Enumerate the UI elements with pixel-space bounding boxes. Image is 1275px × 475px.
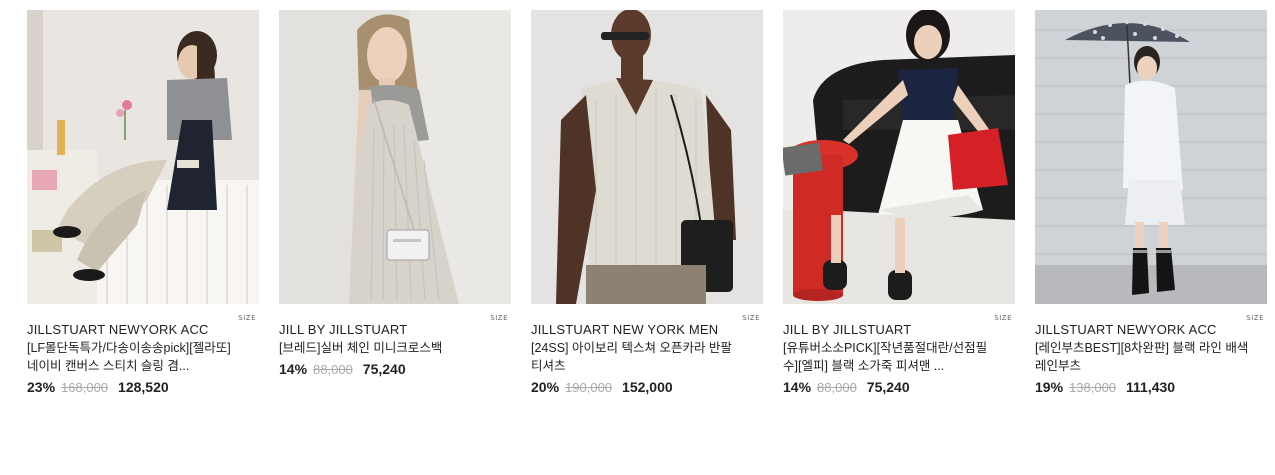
sale-price: 111,430 <box>1126 379 1176 395</box>
product-card[interactable]: SIZE JILL BY JILLSTUART [브레드]실버 체인 미니크로스… <box>279 10 511 377</box>
original-price: 190,000 <box>565 380 613 395</box>
brand-name[interactable]: JILLSTUART NEWYORK ACC <box>27 322 259 337</box>
discount-rate: 20% <box>531 379 560 395</box>
original-price: 88,000 <box>817 380 857 395</box>
product-photo <box>27 10 259 304</box>
original-price: 138,000 <box>1069 380 1117 395</box>
price-row: 14% 88,000 75,240 <box>279 361 511 377</box>
price-row: 14% 88,000 75,240 <box>783 379 1015 395</box>
price-row: 20% 190,000 152,000 <box>531 379 763 395</box>
product-photo <box>279 10 511 304</box>
sale-price: 75,240 <box>866 379 910 395</box>
product-photo <box>531 10 763 304</box>
product-name[interactable]: [레인부츠BEST][8차완판] 블랙 라인 배색 레인부츠 <box>1035 339 1250 375</box>
discount-rate: 19% <box>1035 379 1064 395</box>
product-grid: SIZE JILLSTUART NEWYORK ACC [LF몰단독특가/다송이… <box>0 0 1275 475</box>
product-image[interactable] <box>279 10 511 304</box>
product-name[interactable]: [24SS] 아이보리 텍스쳐 오픈카라 반팔 티셔츠 <box>531 339 746 375</box>
size-label: SIZE <box>490 314 508 322</box>
product-card[interactable]: SIZE JILLSTUART NEWYORK ACC [레인부츠BEST][8… <box>1035 10 1267 395</box>
product-photo <box>1035 10 1267 304</box>
product-name[interactable]: [유튜버소소PICK][작년품절대란/선점필수][엘피] 블랙 소가죽 피셔맨 … <box>783 339 998 375</box>
product-name[interactable]: [LF몰단독특가/다송이송송pick][젤라또] 네이비 캔버스 스티치 슬링 … <box>27 339 242 375</box>
product-image[interactable] <box>531 10 763 304</box>
product-image[interactable] <box>783 10 1015 304</box>
price-row: 23% 168,000 128,520 <box>27 379 259 395</box>
sale-price: 128,520 <box>118 379 169 395</box>
discount-rate: 14% <box>783 379 812 395</box>
product-card[interactable]: SIZE JILLSTUART NEW YORK MEN [24SS] 아이보리… <box>531 10 763 395</box>
original-price: 168,000 <box>61 380 109 395</box>
product-name[interactable]: [브레드]실버 체인 미니크로스백 <box>279 339 494 357</box>
product-image[interactable] <box>27 10 259 304</box>
brand-name[interactable]: JILL BY JILLSTUART <box>783 322 1015 337</box>
brand-name[interactable]: JILLSTUART NEW YORK MEN <box>531 322 763 337</box>
size-label: SIZE <box>238 314 256 322</box>
product-card[interactable]: SIZE JILL BY JILLSTUART [유튜버소소PICK][작년품절… <box>783 10 1015 395</box>
size-label: SIZE <box>742 314 760 322</box>
discount-rate: 14% <box>279 361 308 377</box>
sale-price: 75,240 <box>362 361 406 377</box>
size-label: SIZE <box>1246 314 1264 322</box>
original-price: 88,000 <box>313 362 353 377</box>
brand-name[interactable]: JILLSTUART NEWYORK ACC <box>1035 322 1267 337</box>
product-photo <box>783 10 1015 304</box>
brand-name[interactable]: JILL BY JILLSTUART <box>279 322 511 337</box>
price-row: 19% 138,000 111,430 <box>1035 379 1267 395</box>
sale-price: 152,000 <box>622 379 673 395</box>
product-image[interactable] <box>1035 10 1267 304</box>
discount-rate: 23% <box>27 379 56 395</box>
product-card[interactable]: SIZE JILLSTUART NEWYORK ACC [LF몰단독특가/다송이… <box>27 10 259 395</box>
size-label: SIZE <box>994 314 1012 322</box>
